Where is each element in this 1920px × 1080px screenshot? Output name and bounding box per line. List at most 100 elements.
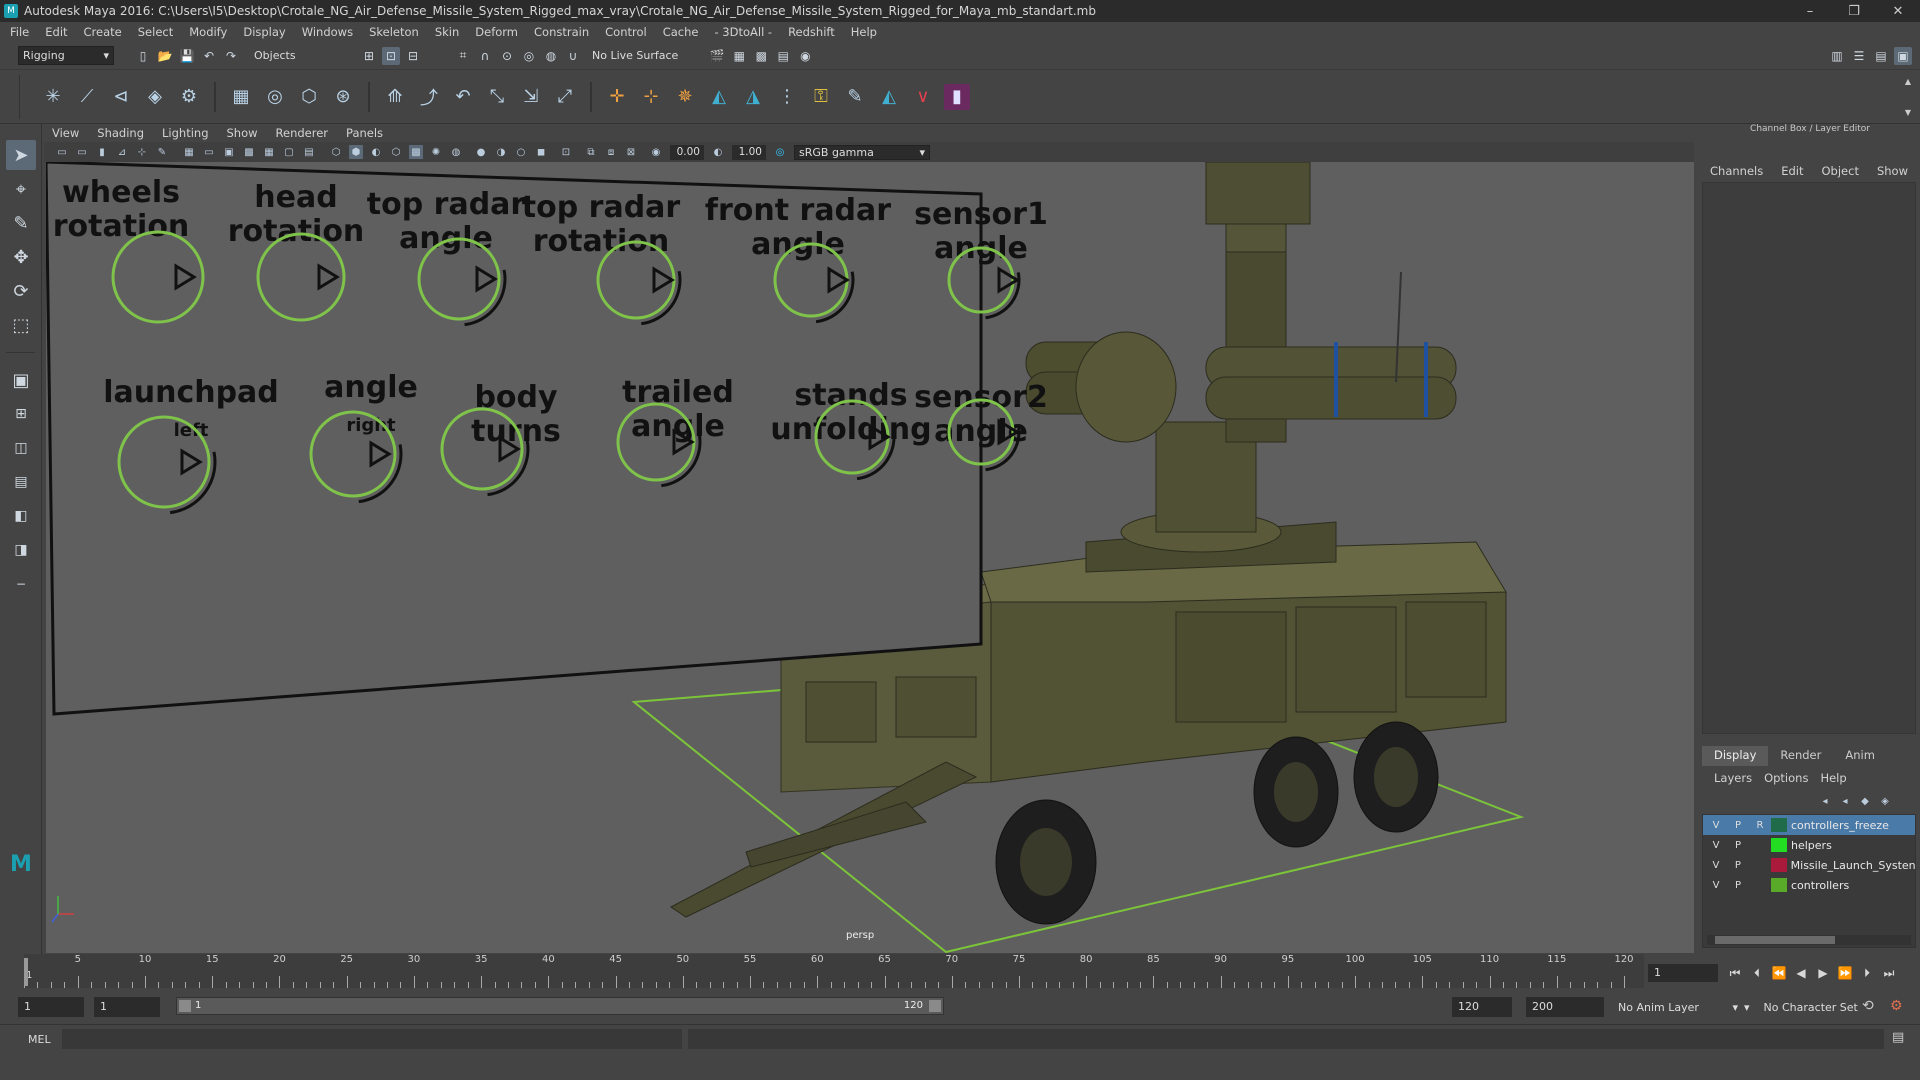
- layer-playback-toggle[interactable]: P: [1729, 877, 1747, 893]
- move-layer-down-icon[interactable]: ◂: [1838, 794, 1852, 808]
- ik-spline-icon[interactable]: ◎: [262, 84, 288, 110]
- nonlinear-icon[interactable]: ⇲: [518, 84, 544, 110]
- save-scene-icon[interactable]: 💾: [178, 47, 196, 65]
- menu-skeleton[interactable]: Skeleton: [369, 25, 419, 39]
- point-constraint-icon[interactable]: ✛: [604, 84, 630, 110]
- layer-row[interactable]: V P helpers: [1703, 835, 1915, 855]
- paint-select-tool-icon[interactable]: ✎: [6, 208, 36, 238]
- animation-start-field[interactable]: 1: [18, 997, 84, 1017]
- maximize-button[interactable]: ❐: [1832, 4, 1876, 19]
- paint-weights-icon[interactable]: ✎: [842, 84, 868, 110]
- layer-row[interactable]: V P controllers: [1703, 875, 1915, 895]
- wireframe-icon[interactable]: ⬡: [329, 145, 343, 159]
- layer-playback-toggle[interactable]: P: [1729, 817, 1747, 833]
- toolbox-more-icon[interactable]: −: [6, 569, 36, 599]
- field-chart-icon[interactable]: ▦: [262, 145, 276, 159]
- xray-joints-icon[interactable]: ⊠: [624, 145, 638, 159]
- smooth-bind-icon[interactable]: ⊛: [330, 84, 356, 110]
- character-set-dropdown[interactable]: ▾ No Character Set: [1744, 998, 1864, 1016]
- outliner-toggle-icon[interactable]: ▣: [1894, 46, 1912, 65]
- perspective-viewport[interactable]: wheels rotation head rotation top radar angle…: [46, 162, 1694, 953]
- wire-icon[interactable]: ⤡: [484, 84, 510, 110]
- snap-magnet-icon[interactable]: ∪: [564, 47, 582, 65]
- select-by-component-icon[interactable]: ⊟: [404, 47, 422, 65]
- textured-icon[interactable]: ▩: [409, 145, 423, 159]
- exposure-field[interactable]: 0.00: [670, 144, 704, 160]
- viewport-menu-shading[interactable]: Shading: [97, 126, 144, 140]
- range-end-handle[interactable]: [929, 1000, 941, 1012]
- script-icon[interactable]: ∨: [910, 84, 936, 110]
- snap-view-plane-icon[interactable]: ◎: [520, 47, 538, 65]
- new-scene-icon[interactable]: ▯: [134, 47, 152, 65]
- layer-playback-toggle[interactable]: P: [1729, 837, 1747, 853]
- grid-toggle-icon[interactable]: ▦: [182, 145, 196, 159]
- layer-row[interactable]: V P R controllers_freeze: [1703, 815, 1915, 835]
- image-plane-icon[interactable]: ⊿: [115, 145, 129, 159]
- layer-color-swatch[interactable]: [1770, 858, 1787, 872]
- step-forward-frame-icon[interactable]: ⏵: [1856, 966, 1878, 981]
- select-by-hierarchy-icon[interactable]: ⊞: [360, 47, 378, 65]
- depth-of-field-icon[interactable]: ◼: [534, 145, 548, 159]
- controller-arrow-icon[interactable]: [997, 266, 1020, 294]
- snap-point-icon[interactable]: ⊙: [498, 47, 516, 65]
- bind-skin-icon[interactable]: ⬡: [296, 84, 322, 110]
- ipr-render-icon[interactable]: ▩: [752, 47, 770, 65]
- step-back-frame-icon[interactable]: ⏴: [1746, 966, 1768, 981]
- range-slider-bar[interactable]: 1 120: [176, 997, 944, 1015]
- custom-rig-icon[interactable]: ▮: [944, 83, 970, 110]
- bookmark-icon[interactable]: ▮: [95, 145, 109, 159]
- 2d-pan-zoom-icon[interactable]: ⊹: [135, 145, 149, 159]
- menuset-dropdown[interactable]: Rigging ▾: [18, 46, 114, 65]
- layer-menu-help[interactable]: Help: [1820, 771, 1846, 785]
- tab-display[interactable]: Display: [1702, 746, 1769, 766]
- menu-control[interactable]: Control: [605, 25, 647, 39]
- new-empty-layer-icon[interactable]: ◆: [1858, 794, 1872, 808]
- layer-row[interactable]: V P Missile_Launch_Systen: [1703, 855, 1915, 875]
- gamma-icon[interactable]: ◐: [711, 145, 725, 159]
- graph-editor-layout-icon[interactable]: ▤: [6, 467, 36, 497]
- layer-menu-options[interactable]: Options: [1764, 771, 1808, 785]
- camera-select-icon[interactable]: ▭: [55, 145, 69, 159]
- xray-icon[interactable]: ⧉: [584, 145, 598, 159]
- auto-key-icon[interactable]: ⟲: [1862, 998, 1874, 1014]
- use-all-lights-icon[interactable]: ✺: [429, 145, 443, 159]
- ik-handle-icon[interactable]: ▦: [228, 84, 254, 110]
- channel-box-menu-show[interactable]: Show: [1877, 164, 1908, 178]
- shelf-scroll[interactable]: ▲ ▼: [1902, 77, 1914, 117]
- channel-box-menu-object[interactable]: Object: [1822, 164, 1859, 178]
- hypershade-icon[interactable]: ◉: [796, 47, 814, 65]
- menu-deform[interactable]: Deform: [475, 25, 518, 39]
- time-slider[interactable]: 5 10 15 20 25 30 35 40 45 50 55 60 65 70 75 80 85 90 95 100…: [24, 954, 1644, 988]
- menu-edit[interactable]: Edit: [45, 25, 67, 39]
- wireframe-on-shaded-icon[interactable]: ⬡: [389, 145, 403, 159]
- view-transform-dropdown[interactable]: sRGB gamma ▾: [794, 144, 930, 160]
- grease-pencil-icon[interactable]: ✎: [155, 145, 169, 159]
- close-button[interactable]: ✕: [1876, 4, 1920, 19]
- pole-vector-icon[interactable]: ⋮: [774, 84, 800, 110]
- render-view-icon[interactable]: 🎬: [708, 47, 726, 65]
- scale-tool-icon[interactable]: ⬚: [6, 310, 36, 340]
- go-to-end-icon[interactable]: ⏭: [1878, 966, 1900, 981]
- single-perspective-layout-icon[interactable]: ▣: [6, 365, 36, 395]
- new-layer-from-selected-icon[interactable]: ◈: [1878, 794, 1892, 808]
- channel-box-toggle-icon[interactable]: ▤: [1872, 47, 1890, 65]
- layer-display-type-toggle[interactable]: [1751, 857, 1769, 873]
- menu-help[interactable]: Help: [851, 25, 877, 39]
- quick-rig-icon[interactable]: ⚙: [176, 84, 202, 110]
- menu-select[interactable]: Select: [138, 25, 173, 39]
- menu-display[interactable]: Display: [243, 25, 285, 39]
- tab-render[interactable]: Render: [1768, 746, 1833, 766]
- script-editor-icon[interactable]: ▤: [1892, 1030, 1904, 1045]
- viewport-menu-renderer[interactable]: Renderer: [276, 126, 329, 140]
- menu-cache[interactable]: Cache: [663, 25, 699, 39]
- layer-display-type-toggle[interactable]: [1751, 837, 1769, 853]
- shelf-handle[interactable]: [6, 74, 20, 119]
- viewport-menu-view[interactable]: View: [52, 126, 79, 140]
- command-language-label[interactable]: MEL: [28, 1033, 51, 1046]
- redo-icon[interactable]: ↷: [222, 47, 240, 65]
- minimize-button[interactable]: –: [1788, 4, 1832, 19]
- selection-mode-dropdown[interactable]: Objects: [250, 46, 346, 65]
- set-driven-key-icon[interactable]: ⚿: [808, 84, 834, 110]
- viewport-menu-show[interactable]: Show: [227, 126, 258, 140]
- xray-active-icon[interactable]: ⧈: [604, 145, 618, 159]
